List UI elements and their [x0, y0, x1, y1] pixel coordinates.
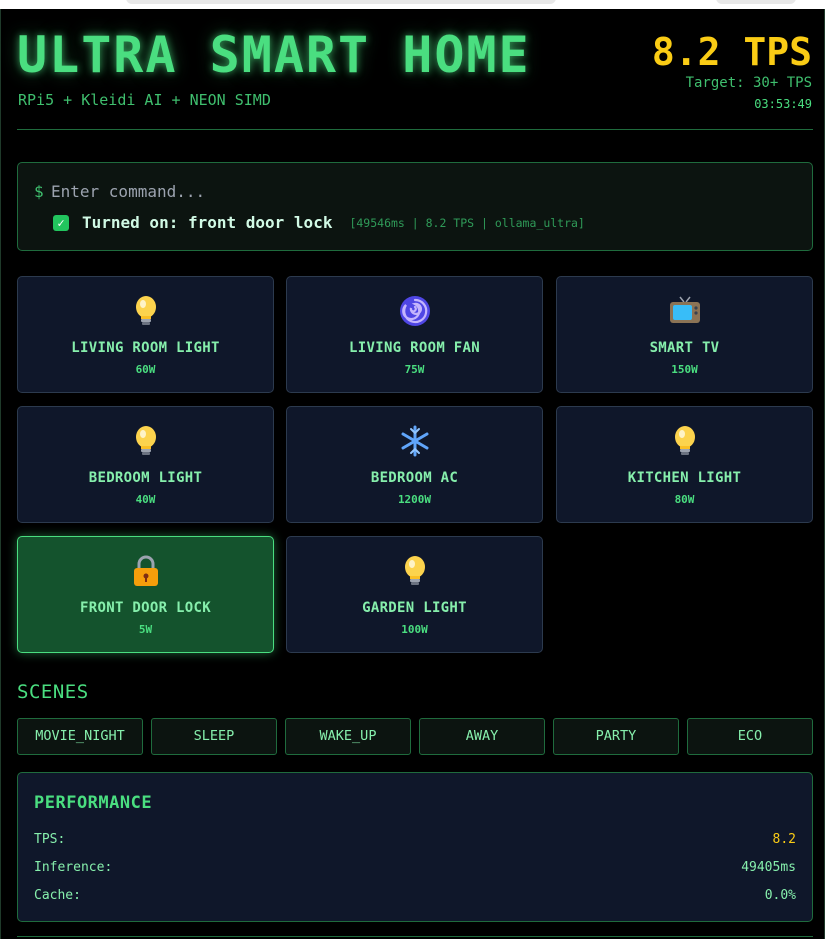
command-input[interactable]	[51, 179, 791, 203]
tps-readout: 8.2 TPS	[651, 30, 812, 74]
clock: 03:53:49	[754, 97, 812, 111]
header-divider	[17, 129, 813, 130]
browser-control[interactable]	[716, 0, 796, 4]
snowflake-icon	[287, 424, 542, 458]
device-watts: 60W	[135, 363, 156, 376]
device-watts: 75W	[404, 363, 425, 376]
perf-row-tps: TPS: 8.2	[34, 832, 796, 850]
device-name: FRONT DOOR LOCK	[80, 600, 211, 616]
command-panel: $ ✓ Turned on: front door lock [49546ms …	[17, 162, 813, 251]
page-title: ULTRA SMART HOME	[17, 26, 531, 84]
scene-button-party[interactable]: PARTY	[553, 718, 679, 755]
prompt-symbol: $	[34, 182, 44, 201]
device-card-living-room-fan[interactable]: LIVING ROOM FAN 75W	[286, 276, 543, 393]
performance-heading: PERFORMANCE	[34, 793, 153, 813]
device-name: KITCHEN LIGHT	[627, 470, 742, 486]
lock-icon	[18, 554, 273, 588]
perf-value: 0.0%	[764, 888, 796, 903]
page-subtitle: RPi5 + Kleidi AI + NEON SIMD	[18, 91, 271, 109]
device-card-kitchen-light[interactable]: KITCHEN LIGHT 80W	[556, 406, 813, 523]
scene-button-wake-up[interactable]: WAKE_UP	[285, 718, 411, 755]
scenes-heading: SCENES	[17, 681, 89, 703]
device-name: BEDROOM AC	[370, 470, 459, 486]
perf-row-cache: Cache: 0.0%	[34, 888, 796, 906]
device-card-front-door-lock[interactable]: FRONT DOOR LOCK 5W	[17, 536, 274, 653]
address-bar[interactable]	[126, 0, 556, 4]
scene-button-eco[interactable]: ECO	[687, 718, 813, 755]
device-name: LIVING ROOM LIGHT	[71, 340, 220, 356]
device-watts: 80W	[674, 493, 695, 506]
device-card-bedroom-ac[interactable]: BEDROOM AC 1200W	[286, 406, 543, 523]
lightbulb-icon	[287, 554, 542, 588]
tps-target: Target: 30+ TPS	[685, 75, 812, 91]
device-watts: 40W	[135, 493, 156, 506]
result-text: Turned on: front door lock	[82, 213, 333, 232]
result-meta: [49546ms | 8.2 TPS | ollama_ultra]	[349, 215, 585, 230]
scene-button-movie-night[interactable]: MOVIE_NIGHT	[17, 718, 143, 755]
device-watts: 1200W	[397, 493, 432, 506]
scene-button-sleep[interactable]: SLEEP	[151, 718, 277, 755]
tv-icon	[557, 294, 812, 328]
device-name: GARDEN LIGHT	[362, 600, 467, 616]
device-watts: 5W	[138, 623, 153, 636]
device-name: LIVING ROOM FAN	[349, 340, 480, 356]
performance-panel: PERFORMANCE TPS: 8.2 Inference: 49405ms …	[17, 772, 813, 922]
device-card-living-room-light[interactable]: LIVING ROOM LIGHT 60W	[17, 276, 274, 393]
scene-button-away[interactable]: AWAY	[419, 718, 545, 755]
device-name: SMART TV	[649, 340, 720, 356]
perf-label: Cache:	[34, 888, 81, 903]
lightbulb-icon	[18, 424, 273, 458]
check-icon: ✓	[53, 214, 69, 231]
lightbulb-icon	[18, 294, 273, 328]
perf-label: TPS:	[34, 832, 66, 847]
perf-row-inference: Inference: 49405ms	[34, 860, 796, 878]
fan-icon	[287, 294, 542, 328]
command-result: ✓ Turned on: front door lock [49546ms | …	[53, 213, 585, 232]
device-name: BEDROOM LIGHT	[88, 470, 203, 486]
perf-value: 49405ms	[741, 860, 796, 875]
perf-value: 8.2	[772, 832, 796, 847]
device-watts: 100W	[401, 623, 428, 636]
device-card-smart-tv[interactable]: SMART TV 150W	[556, 276, 813, 393]
device-card-garden-light[interactable]: GARDEN LIGHT 100W	[286, 536, 543, 653]
lightbulb-icon	[557, 424, 812, 458]
device-watts: 150W	[671, 363, 698, 376]
device-card-bedroom-light[interactable]: BEDROOM LIGHT 40W	[17, 406, 274, 523]
browser-top-bar	[0, 0, 825, 9]
perf-label: Inference:	[34, 860, 113, 875]
